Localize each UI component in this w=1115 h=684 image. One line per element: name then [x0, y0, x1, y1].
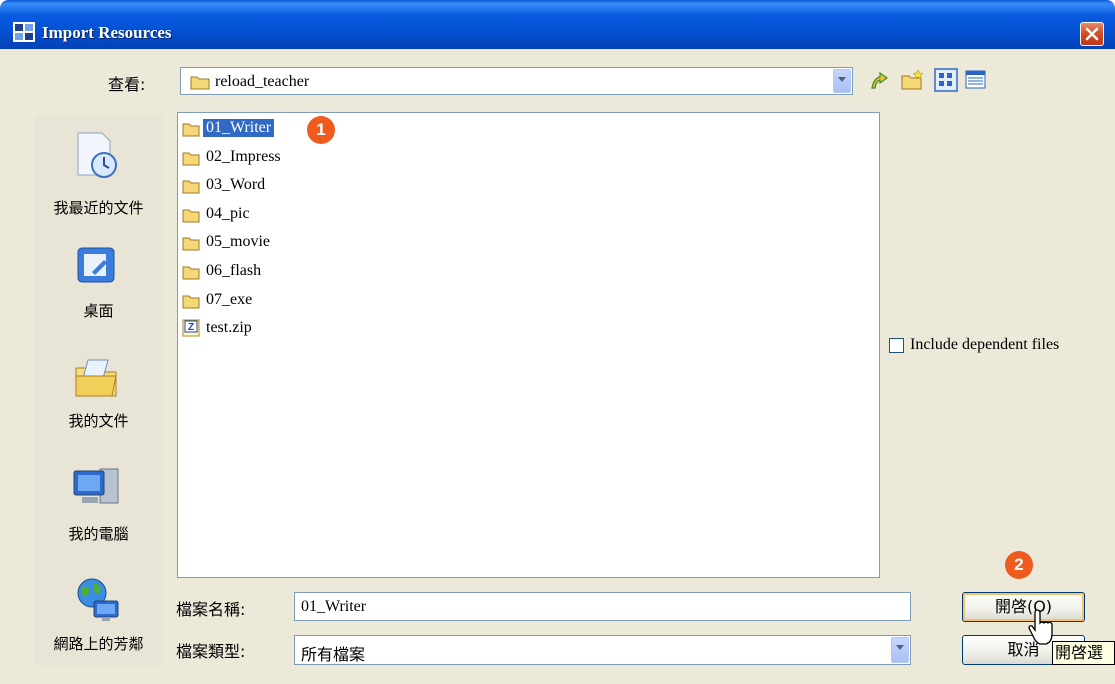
place-my-computer[interactable]: 我的電腦	[34, 463, 163, 553]
place-label: 我的文件	[68, 412, 129, 430]
list-view-icon[interactable]	[934, 68, 958, 92]
file-name: 01_Writer	[203, 119, 275, 137]
file-name: 05_movie	[206, 233, 270, 250]
look-in-value: reload_teacher	[215, 73, 310, 90]
mouse-cursor-icon	[1028, 609, 1053, 645]
look-in-dropdown[interactable]: reload_teacher	[180, 67, 853, 95]
folder-icon	[182, 180, 200, 194]
file-list[interactable]: 01_Writer 02_Impress 03_Word 04_pic 05_m…	[177, 112, 880, 578]
network-places-icon	[77, 578, 119, 621]
place-my-documents[interactable]: 我的文件	[34, 350, 163, 440]
file-name: 03_Word	[206, 176, 266, 193]
recent-documents-icon	[77, 132, 117, 178]
file-type-dropdown[interactable]: 所有檔案	[294, 635, 911, 665]
my-documents-icon	[75, 359, 117, 397]
app-icon	[13, 22, 35, 42]
folder-icon	[190, 76, 210, 90]
folder-icon	[182, 295, 200, 309]
import-resources-dialog: Import Resources 查看: reload_teacher 我最近的…	[0, 0, 1115, 684]
look-in-label: 查看:	[108, 75, 146, 94]
folder-icon	[182, 123, 200, 137]
new-folder-icon[interactable]	[900, 68, 924, 92]
step-badge-2: 2	[1005, 551, 1033, 579]
svg-text:Z: Z	[188, 322, 194, 333]
folder-icon	[182, 266, 200, 280]
file-type-label: 檔案類型:	[176, 642, 246, 661]
file-name: 04_pic	[206, 205, 250, 222]
zip-file-icon: Z	[182, 319, 200, 337]
include-dependent-checkbox[interactable]	[889, 338, 904, 353]
file-name: 07_exe	[206, 291, 253, 308]
folder-icon	[182, 237, 200, 251]
up-one-level-icon[interactable]	[868, 68, 892, 92]
chevron-down-icon[interactable]	[833, 69, 851, 93]
desktop-icon	[77, 247, 115, 283]
places-bar: 我最近的文件 桌面 我的文件 我的電腦 網路上的芳鄰	[34, 115, 163, 665]
chevron-down-icon[interactable]	[891, 637, 909, 663]
file-name: 06_flash	[206, 262, 262, 279]
place-label: 網路上的芳鄰	[53, 635, 144, 653]
file-type-value: 所有檔案	[301, 645, 366, 664]
folder-icon	[182, 209, 200, 223]
place-label: 桌面	[83, 302, 114, 320]
file-name: 02_Impress	[206, 148, 281, 165]
open-tooltip: 開啓選	[1052, 641, 1115, 665]
file-name-value: 01_Writer	[301, 598, 367, 615]
window-title: Import Resources	[42, 23, 172, 42]
file-name-input[interactable]: 01_Writer	[294, 592, 911, 621]
file-name: test.zip	[206, 319, 252, 336]
title-bar[interactable]: Import Resources	[0, 0, 1115, 49]
place-desktop[interactable]: 桌面	[34, 240, 163, 330]
folder-icon	[182, 152, 200, 166]
file-name-label: 檔案名稱:	[176, 600, 246, 619]
my-computer-icon	[73, 468, 119, 504]
place-label: 我的電腦	[68, 525, 129, 543]
open-button[interactable]: 開啓(O)	[962, 592, 1085, 622]
step-badge-1: 1	[307, 116, 335, 144]
place-label: 我最近的文件	[53, 199, 144, 217]
details-view-icon[interactable]	[964, 68, 988, 92]
include-dependent-label: Include dependent files	[910, 336, 1060, 353]
close-button[interactable]	[1080, 22, 1104, 46]
place-recent-documents[interactable]: 我最近的文件	[34, 127, 163, 217]
place-network[interactable]: 網路上的芳鄰	[34, 575, 163, 665]
close-icon	[1085, 27, 1099, 41]
